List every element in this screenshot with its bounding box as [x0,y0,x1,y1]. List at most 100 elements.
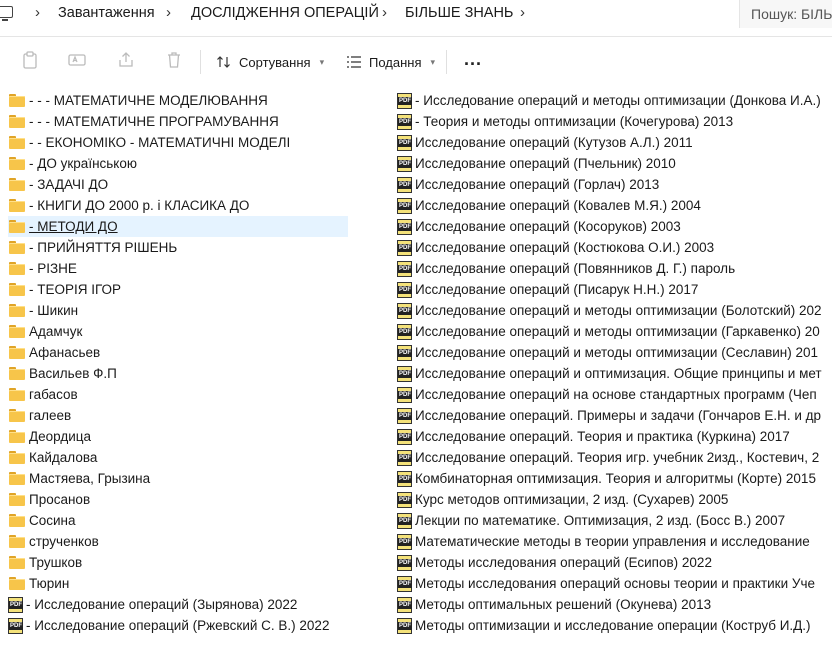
pdf-file-item[interactable]: Исследование операций. Теория и практика… [397,426,832,447]
pdf-file-item[interactable]: Исследование операций (Кутузов А.Л.) 201… [397,132,832,153]
pdf-file-item[interactable]: Исследование операций (Писарук Н.Н.) 201… [397,279,832,300]
folder-icon [8,429,26,444]
pdf-icon [397,92,412,109]
item-label: Исследование операций. Теория игр. учебн… [415,450,820,465]
folder-item[interactable]: Трушков [8,552,348,573]
pdf-icon [8,596,23,613]
folder-icon [8,240,26,255]
computer-icon[interactable] [0,6,13,21]
pdf-file-item[interactable]: Методы исследования операций основы теор… [397,573,832,594]
share-icon[interactable] [116,51,136,71]
folder-item[interactable]: - - - МАТЕМАТИЧНЕ МОДЕЛЮВАННЯ [8,90,348,111]
pdf-icon [397,554,412,571]
pdf-file-item[interactable]: Исследование операций (Ковалев М.Я.) 200… [397,195,832,216]
breadcrumb-item-research[interactable]: ДОСЛІДЖЕННЯ ОПЕРАЦІЙ [191,5,379,21]
item-label: Методы оптимизации и исследование операц… [415,618,811,633]
folder-item[interactable]: струченков [8,531,348,552]
chevron-right-icon[interactable]: › [35,4,40,21]
search-input[interactable]: Пошук: БІЛЬ [751,6,832,22]
pdf-file-item[interactable]: Исследование операций (Костюкова О.И.) 2… [397,237,832,258]
chevron-right-icon[interactable]: › [382,4,387,21]
pdf-file-item[interactable]: - Исследование операций (Зырянова) 2022 [8,594,348,615]
folder-icon [8,534,26,549]
pdf-file-item[interactable]: Исследование операций и оптимизация. Общ… [397,363,832,384]
folder-icon [8,198,26,213]
pdf-file-item[interactable]: - Теория и методы оптимизации (Кочегуров… [397,111,832,132]
pdf-file-item[interactable]: Исследование операций (Повянников Д. Г.)… [397,258,832,279]
view-button[interactable]: Подання ▾ [346,51,435,73]
pdf-file-item[interactable]: Исследование операций. Примеры и задачи … [397,405,832,426]
folder-item[interactable]: - ДО українською [8,153,348,174]
item-label: Методы исследования операций (Есипов) 20… [415,555,712,570]
folder-item[interactable]: Адамчук [8,321,348,342]
item-label: струченков [29,534,99,549]
sort-icon [217,56,230,68]
item-label: Васильев Ф.П [29,366,117,381]
pdf-file-item[interactable]: Исследование операций и методы оптимизац… [397,342,832,363]
item-label: - МЕТОДИ ДО [29,219,118,234]
folder-item[interactable]: Мастяева, Грызина [8,468,348,489]
folder-item[interactable]: галеев [8,405,348,426]
folder-item[interactable]: Афанасьев [8,342,348,363]
folder-item[interactable]: Васильев Ф.П [8,363,348,384]
pdf-file-item[interactable]: Методы исследования операций (Есипов) 20… [397,552,832,573]
pdf-icon [397,134,412,151]
folder-item[interactable]: Просанов [8,489,348,510]
folder-item[interactable]: - МЕТОДИ ДО [8,216,348,237]
pdf-icon [397,533,412,550]
pdf-file-item[interactable]: Методы оптимизации и исследование операц… [397,615,832,636]
chevron-right-icon[interactable]: › [520,4,525,21]
sort-button[interactable]: Сортування ▾ [216,51,324,73]
chevron-right-icon[interactable]: › [166,4,171,21]
folder-item[interactable]: Деордица [8,426,348,447]
pdf-file-item[interactable]: Методы оптимальных решений (Окунева) 201… [397,594,832,615]
folder-item[interactable]: - ЗАДАЧІ ДО [8,174,348,195]
item-label: - - - МАТЕМАТИЧНЕ МОДЕЛЮВАННЯ [29,93,268,108]
folder-item[interactable]: - РІЗНЕ [8,258,348,279]
pdf-file-item[interactable]: Исследование операций (Горлач) 2013 [397,174,832,195]
rename-icon[interactable] [67,51,87,71]
folder-item[interactable]: Кайдалова [8,447,348,468]
pdf-file-item[interactable]: Исследование операций (Пчельник) 2010 [397,153,832,174]
folder-item[interactable]: - - ЕКОНОМІКО - МАТЕМАТИЧНІ МОДЕЛІ [8,132,348,153]
item-label: Исследование операций (Писарук Н.Н.) 201… [415,282,699,297]
pdf-icon [397,260,412,277]
folder-icon [8,156,26,171]
folder-item[interactable]: Сосина [8,510,348,531]
folder-item[interactable]: - Шикин [8,300,348,321]
pdf-file-item[interactable]: Комбинаторная оптимизация. Теория и алго… [397,468,832,489]
pdf-file-item[interactable]: Математические методы в теории управлени… [397,531,832,552]
breadcrumb-item-downloads[interactable]: Завантаження [58,5,155,21]
pdf-file-item[interactable]: Исследование операций на основе стандарт… [397,384,832,405]
pdf-file-item[interactable]: Лекции по математике. Оптимизация, 2 изд… [397,510,832,531]
delete-icon[interactable] [164,51,184,71]
more-options-icon[interactable]: ... [464,49,482,70]
breadcrumb-item-more-knowledge[interactable]: БІЛЬШЕ ЗНАНЬ [405,5,513,21]
pdf-file-item[interactable]: - Исследование операций (Ржевский С. В.)… [8,615,348,636]
pdf-icon [397,218,412,235]
item-label: габасов [29,387,78,402]
item-label: Деордица [29,429,92,444]
folder-item[interactable]: габасов [8,384,348,405]
item-label: Комбинаторная оптимизация. Теория и алго… [415,471,816,486]
folder-item[interactable]: - ТЕОРІЯ ІГОР [8,279,348,300]
search-box[interactable]: Пошук: БІЛЬ [739,0,832,28]
folder-item[interactable]: - КНИГИ ДО 2000 р. і КЛАСИКА ДО [8,195,348,216]
pdf-icon [397,239,412,256]
pdf-file-item[interactable]: - Исследование операций и методы оптимиз… [397,90,832,111]
folder-item[interactable]: - ПРИЙНЯТТЯ РІШЕНЬ [8,237,348,258]
pdf-file-item[interactable]: Исследование операций (Косоруков) 2003 [397,216,832,237]
pdf-file-item[interactable]: Исследование операций. Теория игр. учебн… [397,447,832,468]
pdf-file-item[interactable]: Курс методов оптимизации, 2 изд. (Сухаре… [397,489,832,510]
item-label: галеев [29,408,72,423]
item-label: Исследование операций (Пчельник) 2010 [415,156,676,171]
pdf-icon [397,470,412,487]
paste-icon[interactable] [20,51,40,71]
pdf-file-item[interactable]: Исследование операций и методы оптимизац… [397,321,832,342]
pdf-file-item[interactable]: Исследование операций и методы оптимизац… [397,300,832,321]
folder-item[interactable]: Тюрин [8,573,348,594]
folder-icon [8,366,26,381]
address-bar[interactable]: › Завантаження › ДОСЛІДЖЕННЯ ОПЕРАЦІЙ › … [0,0,832,30]
pdf-icon [397,407,412,424]
folder-item[interactable]: - - - МАТЕМАТИЧНЕ ПРОГРАМУВАННЯ [8,111,348,132]
